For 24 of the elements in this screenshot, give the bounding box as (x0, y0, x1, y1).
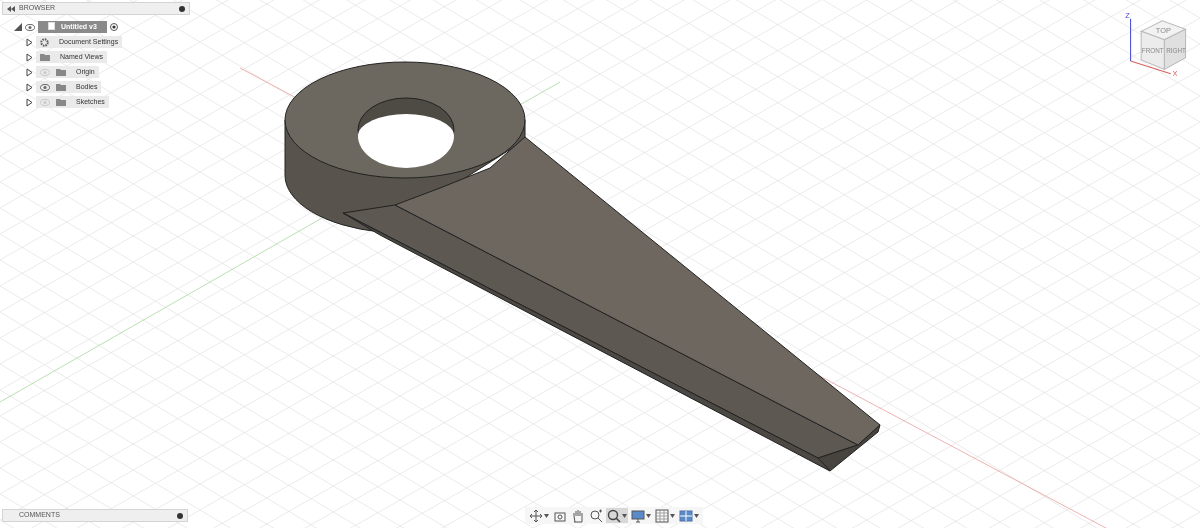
caret-icon (622, 513, 627, 518)
collapse-icon (7, 5, 15, 12)
caret-icon (670, 513, 675, 518)
radio-icon (109, 23, 118, 31)
pin-icon (179, 5, 185, 12)
search-icon-button[interactable] (606, 508, 628, 523)
hand-icon (571, 508, 585, 523)
hand-icon-button[interactable] (570, 508, 586, 523)
orbit-icon (529, 508, 543, 523)
window-icon-button[interactable] (678, 508, 700, 523)
search-icon (607, 508, 621, 523)
zoom-icon (589, 508, 603, 523)
caret-icon (694, 513, 699, 518)
grid-icon-button[interactable] (654, 508, 676, 523)
caret-icon (544, 513, 549, 518)
caret-icon (646, 513, 651, 518)
monitor-icon (631, 508, 645, 523)
monitor-icon-button[interactable] (630, 508, 652, 523)
grid-icon (655, 508, 669, 523)
add-icon (177, 512, 183, 519)
zoom-icon-button[interactable] (588, 508, 604, 523)
orbit-icon-button[interactable] (528, 508, 550, 523)
document-icon (48, 21, 55, 30)
gear-icon (40, 37, 49, 47)
